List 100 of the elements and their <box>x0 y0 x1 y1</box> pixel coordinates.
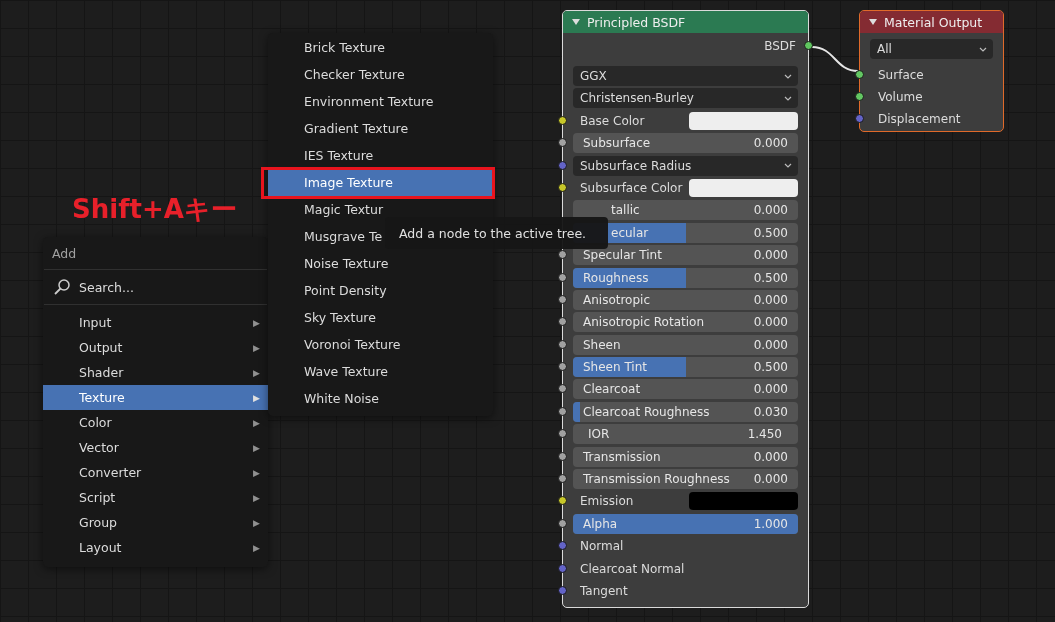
menu-title: Add <box>51 244 78 263</box>
color-swatch[interactable] <box>689 178 798 197</box>
socket-dot[interactable] <box>855 92 864 101</box>
value-slider[interactable]: Transmission Roughness 0.000 <box>573 469 798 490</box>
dropdown[interactable]: Christensen-Burley <box>573 88 798 109</box>
slider-value: 0.000 <box>753 382 788 397</box>
chevron-down-icon <box>784 73 792 79</box>
value-slider[interactable]: Clearcoat 0.000 <box>573 379 798 400</box>
input-label: Displacement <box>878 112 961 126</box>
value-slider[interactable]: Clearcoat Roughness 0.030 <box>573 401 798 422</box>
value-slider[interactable]: Anisotropic 0.000 <box>573 289 798 310</box>
node-link <box>811 46 859 72</box>
menu-item[interactable]: Converter ▶ <box>43 460 268 485</box>
annotation-text: Shift+Aキー <box>72 193 237 226</box>
socket-dot[interactable] <box>558 250 567 260</box>
menu-item[interactable]: Gradient Texture <box>268 115 493 142</box>
slider-value: 0.000 <box>753 136 788 151</box>
menu-item[interactable]: Point Density <box>268 277 493 304</box>
socket-dot[interactable] <box>558 406 567 416</box>
chevron-down-icon <box>784 163 792 169</box>
socket-dot[interactable] <box>558 474 567 484</box>
socket-dot[interactable] <box>855 114 864 123</box>
slider-value: 0.500 <box>753 360 788 375</box>
slider-value: 0.000 <box>753 315 788 330</box>
slider-value: 0.500 <box>753 225 788 240</box>
socket-dot[interactable] <box>558 115 567 125</box>
socket-dot[interactable] <box>558 138 567 148</box>
value-slider[interactable]: Specular Tint 0.000 <box>573 245 798 266</box>
socket-dot[interactable] <box>558 294 567 304</box>
menu-item[interactable]: Brick Texture <box>268 34 493 61</box>
slider-label: Sheen <box>583 337 621 352</box>
menu-item[interactable]: Image Texture <box>268 169 493 196</box>
socket-dot[interactable] <box>558 384 567 394</box>
socket-dot[interactable] <box>558 182 567 192</box>
value-slider[interactable]: tallic 0.000 <box>573 200 798 221</box>
menu-item[interactable]: Noise Texture <box>268 250 493 277</box>
socket-dot[interactable] <box>558 451 567 461</box>
input-label: Emission <box>579 494 635 509</box>
menu-item[interactable]: White Noise <box>268 385 493 412</box>
menu-item[interactable]: Texture ▶ <box>43 385 268 410</box>
color-swatch[interactable] <box>689 492 798 511</box>
slider-value: 1.000 <box>753 516 788 531</box>
input-label: Tangent <box>579 584 628 598</box>
socket-dot[interactable] <box>558 518 567 528</box>
socket-dot[interactable] <box>558 317 567 327</box>
socket-dot[interactable] <box>558 586 567 595</box>
collapse-triangle-icon[interactable] <box>572 19 580 25</box>
socket-dot[interactable] <box>804 41 813 50</box>
value-slider[interactable]: Sheen 0.000 <box>573 334 798 355</box>
socket-dot[interactable] <box>558 541 567 551</box>
socket-dot[interactable] <box>558 160 567 170</box>
dropdown[interactable]: Subsurface Radius <box>573 155 798 176</box>
input-label: Surface <box>878 68 924 82</box>
node-header[interactable]: Material Output <box>860 11 1003 33</box>
slider-label: Specular Tint <box>583 248 662 263</box>
value-slider[interactable]: Subsurface 0.000 <box>573 133 798 154</box>
number-field[interactable]: IOR 1.450 <box>573 424 798 445</box>
dropdown[interactable]: All <box>870 39 993 59</box>
slider-label: Clearcoat <box>583 382 641 397</box>
input-label: Volume <box>878 90 923 104</box>
socket-dot[interactable] <box>558 429 567 439</box>
socket-dot[interactable] <box>558 339 567 349</box>
menu-item[interactable]: Script ▶ <box>43 485 268 510</box>
slider-value: 0.000 <box>753 292 788 307</box>
slider-value: 0.000 <box>753 203 788 218</box>
value-slider[interactable]: Transmission 0.000 <box>573 446 798 467</box>
menu-item[interactable]: Color ▶ <box>43 410 268 435</box>
menu-item[interactable]: Sky Texture <box>268 304 493 331</box>
chevron-down-icon <box>784 95 792 101</box>
dropdown[interactable]: GGX <box>573 66 798 86</box>
slider-label: Alpha <box>583 516 618 531</box>
socket-dot[interactable] <box>558 563 567 573</box>
menu-item[interactable]: Shader ▶ <box>43 360 268 385</box>
value-slider[interactable]: Anisotropic Rotation 0.000 <box>573 312 798 333</box>
menu-item[interactable]: Wave Texture <box>268 358 493 385</box>
search-item[interactable]: Search... <box>43 270 268 304</box>
node-header[interactable]: Principled BSDF <box>563 11 808 33</box>
collapse-triangle-icon[interactable] <box>869 19 877 25</box>
slider-value: 0.000 <box>753 449 788 464</box>
menu-item[interactable]: Checker Texture <box>268 61 493 88</box>
value-slider[interactable]: Roughness 0.500 <box>573 267 798 288</box>
menu-item[interactable]: Input ▶ <box>43 310 268 335</box>
menu-item[interactable]: Environment Texture <box>268 88 493 115</box>
menu-item[interactable]: IES Texture <box>268 142 493 169</box>
slider-value: 0.030 <box>753 404 788 419</box>
color-swatch[interactable] <box>689 111 798 130</box>
menu-item[interactable]: Group ▶ <box>43 510 268 535</box>
slider-value: 0.000 <box>753 337 788 352</box>
socket-dot[interactable] <box>855 70 864 79</box>
input-label: Clearcoat Normal <box>579 561 685 576</box>
value-slider[interactable]: Sheen Tint 0.500 <box>573 357 798 378</box>
socket-dot[interactable] <box>558 496 567 506</box>
slider-value: 0.000 <box>753 472 788 487</box>
menu-item[interactable]: Output ▶ <box>43 335 268 360</box>
socket-dot[interactable] <box>558 362 567 372</box>
menu-item[interactable]: Voronoi Texture <box>268 331 493 358</box>
menu-item[interactable]: Layout ▶ <box>43 535 268 560</box>
menu-item[interactable]: Vector ▶ <box>43 435 268 460</box>
socket-dot[interactable] <box>558 272 567 282</box>
value-slider[interactable]: Alpha 1.000 <box>573 513 798 534</box>
